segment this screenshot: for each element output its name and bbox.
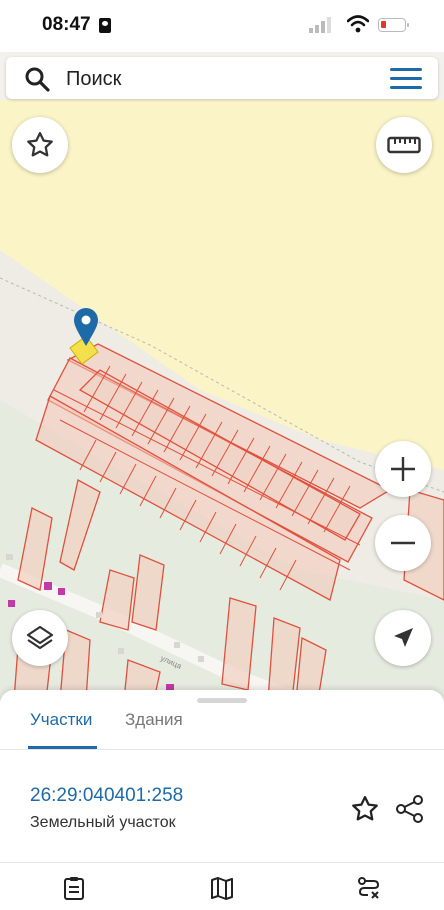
divider [0, 862, 444, 863]
star-icon[interactable] [350, 794, 380, 824]
zoom-in-button[interactable] [375, 441, 431, 497]
zoom-out-button[interactable] [375, 515, 431, 571]
favorite-button[interactable] [12, 117, 68, 173]
minus-icon [391, 541, 415, 545]
clipboard-icon[interactable] [61, 876, 87, 900]
route-settings-icon[interactable] [356, 876, 382, 900]
menu-icon[interactable] [390, 68, 422, 90]
tab-parcels[interactable]: Участки [30, 710, 92, 730]
cadastral-number-link[interactable]: 26:29:040401:258 [30, 785, 183, 807]
wifi-icon [347, 15, 369, 33]
layers-icon [26, 625, 54, 650]
drag-handle[interactable] [197, 698, 247, 703]
status-bar: 08:47 [0, 0, 444, 52]
search-icon[interactable] [24, 66, 50, 92]
star-icon [27, 132, 53, 157]
status-time: 08:47 [42, 14, 91, 35]
ruler-button[interactable] [376, 117, 432, 173]
ruler-icon [387, 136, 421, 154]
parcel-type-label: Земельный участок [30, 814, 176, 831]
battery-icon [378, 18, 409, 32]
tab-buildings[interactable]: Здания [125, 710, 183, 730]
divider [0, 749, 444, 750]
navigation-arrow-icon [394, 628, 413, 647]
share-icon[interactable] [395, 794, 425, 824]
map-canvas[interactable]: улица [0, 100, 444, 700]
parcel-sheet[interactable]: Участки Здания 26:29:040401:258 Земельны… [0, 690, 444, 910]
plus-icon [391, 457, 415, 481]
id-card-icon [99, 18, 111, 33]
layers-button[interactable] [12, 610, 68, 666]
search-bar[interactable]: Поиск [6, 57, 438, 99]
locate-button[interactable] [375, 610, 431, 666]
search-input[interactable]: Поиск [66, 68, 121, 91]
map-icon[interactable] [209, 876, 235, 900]
signal-icon [309, 17, 331, 33]
